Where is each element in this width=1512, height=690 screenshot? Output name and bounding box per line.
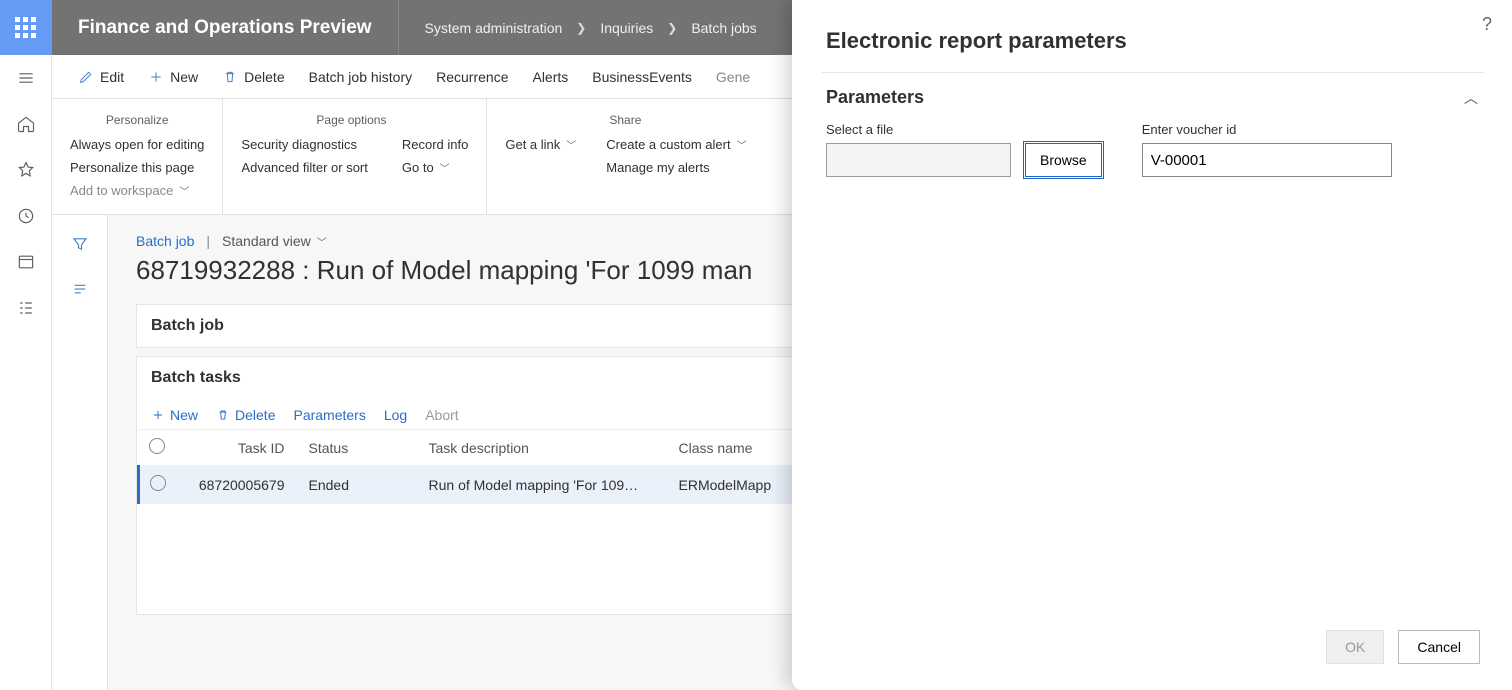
cancel-button[interactable]: Cancel [1398,630,1480,664]
nav-favorites-button[interactable] [0,147,52,193]
chevron-right-icon: ❯ [657,21,687,35]
personalize-this-page[interactable]: Personalize this page [70,156,204,179]
manage-my-alerts[interactable]: Manage my alerts [606,156,746,179]
row-select-radio[interactable] [150,475,166,491]
chevron-up-icon: ︿ [1464,88,1478,108]
chevron-down-icon: ﹀ [440,160,450,175]
overflow-command[interactable]: Gene [704,55,762,99]
batch-job-history-button[interactable]: Batch job history [297,55,425,99]
content-side-rail [52,215,108,690]
nav-hamburger-button[interactable] [0,55,52,101]
product-brand: Finance and Operations Preview [52,0,398,55]
get-a-link[interactable]: Get a link﹀ [505,133,576,156]
cell-status: Ended [299,465,419,504]
business-events-button[interactable]: BusinessEvents [580,55,704,99]
ok-button: OK [1326,630,1384,664]
recurrence-button[interactable]: Recurrence [424,55,520,99]
add-to-workspace[interactable]: Add to workspace﹀ [70,179,204,202]
slideover-title: Electronic report parameters [826,28,1484,54]
help-button[interactable]: ? [1482,14,1492,35]
breadcrumb-item[interactable]: Batch jobs [687,20,760,36]
related-info-button[interactable] [71,280,89,303]
browse-button[interactable]: Browse [1025,143,1102,177]
electronic-report-parameters-panel: ? Electronic report parameters Parameter… [792,0,1512,690]
select-file-label: Select a file [826,122,1102,137]
nav-workspaces-button[interactable] [0,239,52,285]
task-delete-button[interactable]: Delete [216,407,275,423]
nav-rail [0,0,52,690]
breadcrumb-item[interactable]: System administration [421,20,567,36]
create-custom-alert[interactable]: Create a custom alert﹀ [606,133,746,156]
chevron-down-icon: ﹀ [179,183,189,198]
options-group-header: Share [505,107,745,133]
cell-task-id: 68720005679 [189,465,299,504]
nav-home-button[interactable] [0,101,52,147]
col-task-description[interactable]: Task description [419,430,669,466]
task-abort-button: Abort [425,407,458,423]
task-parameters-button[interactable]: Parameters [293,407,365,423]
waffle-icon [15,17,36,38]
options-group-header: Page options [241,107,461,133]
always-open-for-editing[interactable]: Always open for editing [70,133,204,156]
batch-job-breadcrumb-link[interactable]: Batch job [136,233,194,249]
task-log-button[interactable]: Log [384,407,407,423]
view-selector[interactable]: Standard view﹀ [222,233,327,249]
voucher-id-label: Enter voucher id [1142,122,1392,137]
advanced-filter-or-sort[interactable]: Advanced filter or sort [241,156,367,179]
alerts-button[interactable]: Alerts [520,55,580,99]
voucher-id-input[interactable] [1142,143,1392,177]
nav-recent-button[interactable] [0,193,52,239]
col-status[interactable]: Status [299,430,419,466]
nav-modules-button[interactable] [0,285,52,331]
cell-task-description: Run of Model mapping 'For 109… [419,465,669,504]
chevron-right-icon: ❯ [566,21,596,35]
select-all-radio[interactable] [149,438,165,454]
breadcrumb: System administration ❯ Inquiries ❯ Batc… [399,20,761,36]
new-button[interactable]: New [136,55,210,99]
task-new-button[interactable]: New [151,407,198,423]
edit-button[interactable]: Edit [66,55,136,99]
options-group-header: Personalize [70,107,204,133]
chevron-down-icon: ﹀ [737,137,747,152]
chevron-down-icon: ﹀ [317,238,327,249]
go-to[interactable]: Go to﹀ [402,156,468,179]
app-launcher-button[interactable] [0,0,52,55]
security-diagnostics[interactable]: Security diagnostics [241,133,367,156]
delete-button[interactable]: Delete [210,55,296,99]
parameters-section-header[interactable]: Parameters ︿ [822,85,1484,122]
col-task-id[interactable]: Task ID [189,430,299,466]
chevron-down-icon: ﹀ [566,137,576,152]
breadcrumb-item[interactable]: Inquiries [596,20,657,36]
record-info[interactable]: Record info [402,133,468,156]
select-file-input[interactable] [826,143,1011,177]
filter-button[interactable] [71,235,89,258]
